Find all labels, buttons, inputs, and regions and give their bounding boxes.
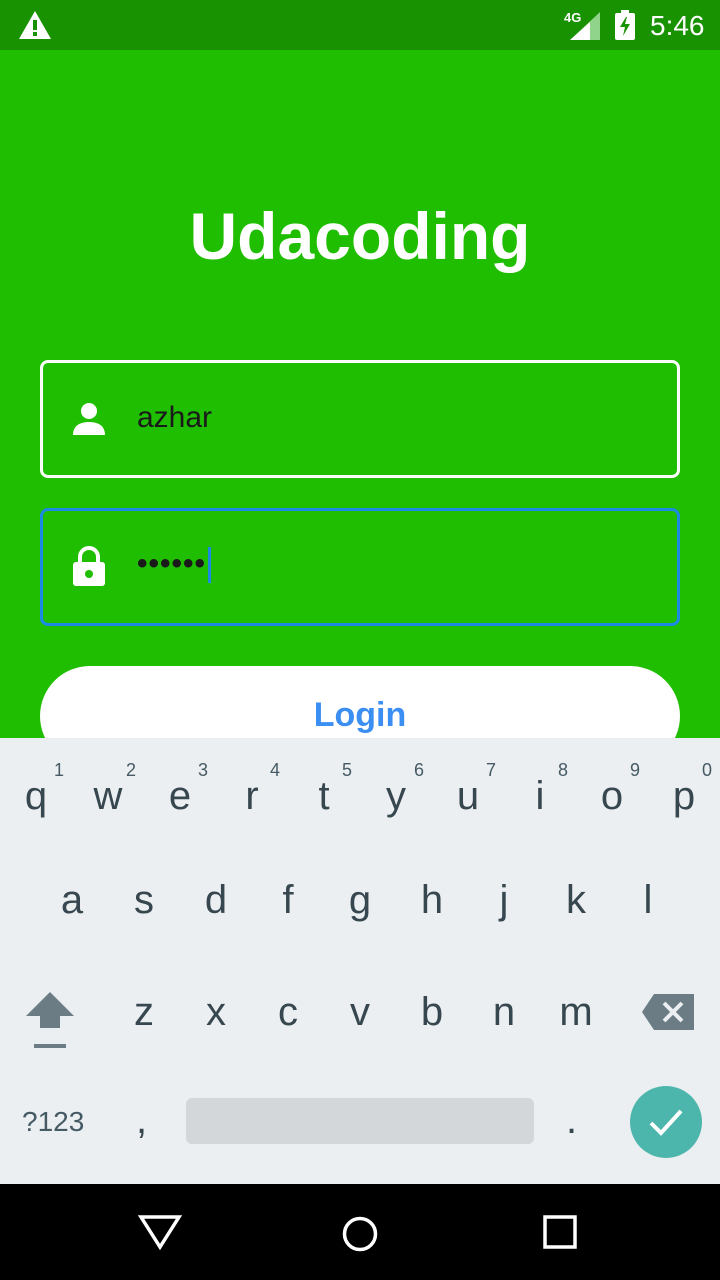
- home-icon[interactable]: [340, 1214, 380, 1254]
- soft-keyboard: 1q 2w 3e 4r 5t 6y 7u 8i 9o 0p a s d f g …: [0, 738, 720, 1184]
- key-number-hint: 3: [197, 760, 208, 780]
- key-c[interactable]: c: [252, 990, 324, 1035]
- text-cursor: [208, 547, 212, 584]
- battery-charging-icon: [615, 10, 635, 40]
- back-icon[interactable]: [138, 1214, 182, 1250]
- key-number-hint: 2: [125, 760, 136, 780]
- enter-key[interactable]: [630, 1086, 702, 1158]
- period-key[interactable]: .: [566, 1098, 577, 1143]
- recents-icon[interactable]: [542, 1214, 578, 1250]
- key-g[interactable]: g: [324, 878, 396, 923]
- backspace-icon[interactable]: [640, 992, 696, 1032]
- key-p[interactable]: 0p: [648, 760, 720, 850]
- key-t[interactable]: 5t: [288, 760, 360, 850]
- key-s[interactable]: s: [108, 878, 180, 923]
- navigation-bar: [0, 1184, 720, 1280]
- key-o[interactable]: 9o: [576, 760, 648, 850]
- key-h[interactable]: h: [396, 878, 468, 923]
- password-field[interactable]: ••••••: [40, 508, 680, 626]
- key-number-hint: 5: [341, 760, 352, 780]
- key-k[interactable]: k: [540, 878, 612, 923]
- signal-icon: [570, 12, 600, 40]
- lock-icon: [73, 546, 105, 586]
- key-v[interactable]: v: [324, 990, 396, 1035]
- warning-icon: [19, 11, 51, 39]
- key-f[interactable]: f: [252, 878, 324, 923]
- symbols-key[interactable]: ?123: [22, 1106, 84, 1138]
- key-z[interactable]: z: [108, 990, 180, 1035]
- key-w[interactable]: 2w: [72, 760, 144, 850]
- comma-key[interactable]: ,: [136, 1098, 147, 1143]
- key-number-hint: 7: [485, 760, 496, 780]
- status-bar: 4G 5:46: [0, 0, 720, 50]
- login-button-label: Login: [313, 696, 407, 734]
- username-field[interactable]: azhar: [40, 360, 680, 478]
- key-i[interactable]: 8i: [504, 760, 576, 850]
- password-value: ••••••: [137, 547, 212, 584]
- key-number-hint: 0: [701, 760, 712, 780]
- check-icon: [649, 1109, 683, 1136]
- shift-icon[interactable]: [20, 988, 80, 1054]
- key-x[interactable]: x: [180, 990, 252, 1035]
- key-a[interactable]: a: [36, 878, 108, 923]
- key-b[interactable]: b: [396, 990, 468, 1035]
- space-key[interactable]: [186, 1098, 534, 1144]
- clock: 5:46: [650, 10, 705, 41]
- key-number-hint: 1: [53, 760, 64, 780]
- key-y[interactable]: 6y: [360, 760, 432, 850]
- key-j[interactable]: j: [468, 878, 540, 923]
- password-masked-text: ••••••: [137, 547, 207, 580]
- key-number-hint: 6: [413, 760, 424, 780]
- key-number-hint: 9: [629, 760, 640, 780]
- username-value: azhar: [137, 401, 213, 434]
- key-q[interactable]: 1q: [0, 760, 72, 850]
- key-number-hint: 8: [557, 760, 568, 780]
- key-r[interactable]: 4r: [216, 760, 288, 850]
- person-icon: [73, 403, 105, 435]
- key-e[interactable]: 3e: [144, 760, 216, 850]
- key-u[interactable]: 7u: [432, 760, 504, 850]
- app-title: Udacoding: [189, 199, 531, 273]
- key-m[interactable]: m: [540, 990, 612, 1035]
- key-number-hint: 4: [269, 760, 280, 780]
- key-d[interactable]: d: [180, 878, 252, 923]
- key-l[interactable]: l: [612, 878, 684, 923]
- key-n[interactable]: n: [468, 990, 540, 1035]
